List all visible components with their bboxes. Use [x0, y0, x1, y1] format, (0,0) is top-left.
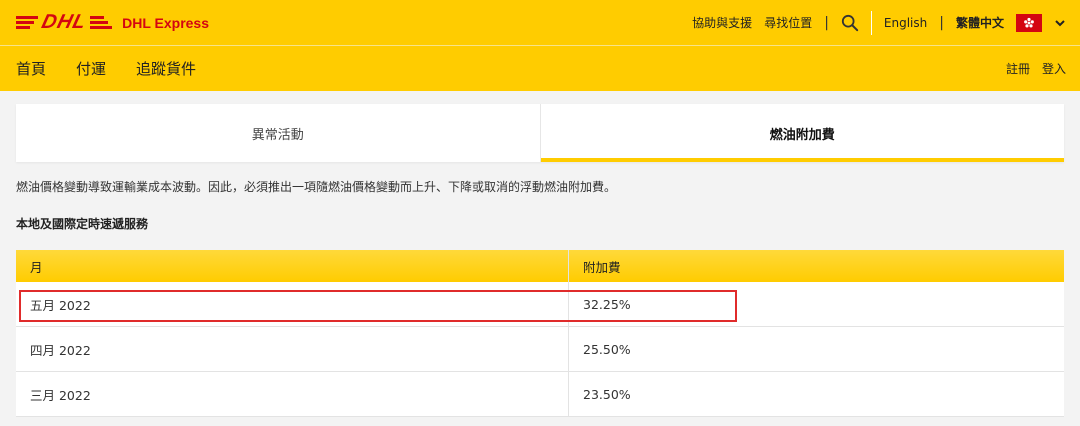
table-row: 三月 2022 23.50% — [16, 371, 1064, 417]
lang-separator: | — [939, 14, 944, 31]
column-header-surcharge: 附加費 — [568, 250, 1064, 282]
lang-chinese-link[interactable]: 繁體中文 — [956, 14, 1004, 31]
table-row: 四月 2022 25.50% — [16, 326, 1064, 372]
surcharge-description: 燃油價格變動導致運輸業成本波動。因此，必須推出一項隨燃油價格變動而上升、下降或取… — [16, 180, 617, 194]
surcharge-table: 月 附加費 五月 2022 32.25% 四月 2022 25.50% 三月 2… — [16, 250, 1064, 417]
month-cell: 四月 2022 — [16, 326, 569, 372]
tab-service-alerts[interactable]: 異常活動 — [16, 104, 541, 162]
main-nav: 首頁 付運 追蹤貨件 註冊 登入 — [0, 46, 1080, 91]
chevron-down-icon[interactable] — [1054, 17, 1066, 29]
surcharge-cell: 32.25% — [568, 282, 1064, 327]
nav-item-track[interactable]: 追蹤貨件 — [136, 58, 196, 79]
section-title: 本地及國際定時速遞服務 — [16, 217, 149, 231]
utility-separator: | — [824, 14, 829, 31]
brand[interactable]: DHL DHL Express — [16, 11, 209, 34]
find-location-link[interactable]: 尋找位置 — [764, 14, 812, 31]
divider — [870, 10, 872, 35]
account-links: 註冊 登入 — [1006, 60, 1066, 77]
brand-name: DHL Express — [122, 14, 210, 31]
month-cell: 五月 2022 — [16, 282, 569, 327]
logo-stripes-right-icon — [90, 16, 113, 29]
table-row: 五月 2022 32.25% — [16, 282, 1064, 327]
top-header: DHL DHL Express 協助與支援 尋找位置 | English | 繁… — [0, 0, 1080, 46]
content-tabs: 異常活動 燃油附加費 — [16, 104, 1064, 162]
surcharge-cell: 25.50% — [568, 326, 1064, 372]
nav-links: 首頁 付運 追蹤貨件 — [16, 58, 196, 79]
help-support-link[interactable]: 協助與支援 — [692, 14, 752, 31]
register-link[interactable]: 註冊 — [1006, 60, 1030, 77]
lang-english-link[interactable]: English — [884, 16, 927, 30]
table-header-row: 月 附加費 — [16, 250, 1064, 282]
logo-text: DHL — [39, 11, 89, 33]
bauhinia-icon — [1024, 17, 1034, 27]
surcharge-cell: 23.50% — [568, 371, 1064, 417]
login-link[interactable]: 登入 — [1042, 60, 1066, 77]
column-header-month: 月 — [16, 250, 569, 282]
utility-bar: 協助與支援 尋找位置 | English | 繁體中文 — [692, 10, 1066, 35]
logo-stripes-icon — [16, 16, 38, 29]
hk-flag-icon[interactable] — [1016, 13, 1042, 32]
search-icon[interactable] — [841, 14, 859, 32]
nav-item-home[interactable]: 首頁 — [16, 58, 46, 79]
nav-item-ship[interactable]: 付運 — [76, 58, 106, 79]
dhl-logo[interactable]: DHL — [16, 11, 113, 34]
month-cell: 三月 2022 — [16, 371, 569, 417]
tab-fuel-surcharge[interactable]: 燃油附加費 — [540, 104, 1065, 162]
